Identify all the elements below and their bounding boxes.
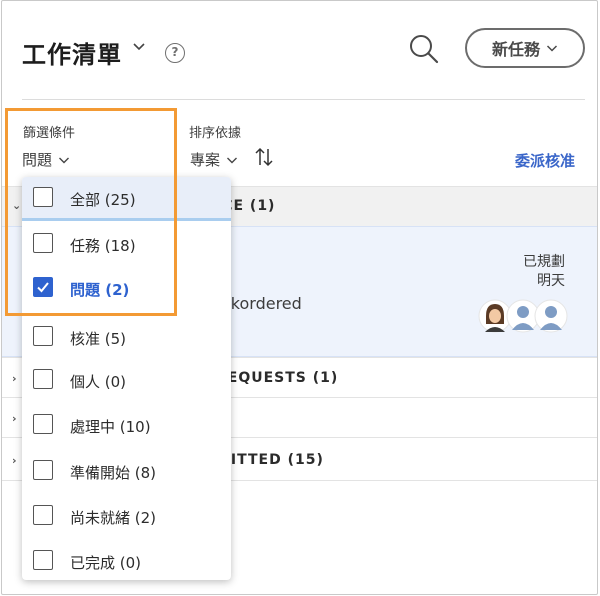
filter-option[interactable]: 尚未就緒 (2) <box>22 495 231 539</box>
chevron-down-icon: ⌄ <box>12 199 23 212</box>
checkbox[interactable] <box>33 414 53 434</box>
assignee-avatars <box>478 299 568 333</box>
sort-order-icon[interactable] <box>254 146 274 168</box>
filter-option[interactable]: 處理中 (10) <box>22 404 231 448</box>
filter-option[interactable]: 任務 (18) <box>22 223 231 267</box>
chevron-down-icon <box>59 157 70 163</box>
filter-option-label: 準備開始 (8) <box>70 464 157 482</box>
help-icon[interactable]: ? <box>165 43 185 63</box>
header-divider <box>22 99 585 100</box>
filter-option-label: 尚未就緒 (2) <box>70 509 157 527</box>
checkbox[interactable] <box>33 369 53 389</box>
group-label: REQUESTS (1) <box>216 370 339 386</box>
chevron-down-icon <box>227 157 238 163</box>
checkbox-checked[interactable] <box>33 277 53 297</box>
chevron-down-icon <box>546 45 558 52</box>
filter-option[interactable]: 問題 (2) <box>22 267 231 311</box>
checkbox[interactable] <box>33 187 53 207</box>
avatar <box>478 299 512 333</box>
filter-value: 問題 <box>22 151 53 169</box>
filter-option-label: 核准 (5) <box>70 330 127 348</box>
chevron-right-icon: › <box>12 412 18 425</box>
group-label: MITTED (15) <box>216 452 324 468</box>
schedule-date: 明天 <box>537 273 565 289</box>
filter-option[interactable]: 已完成 (0) <box>22 540 231 580</box>
task-name: ckordered <box>222 294 302 313</box>
filter-option-label: 任務 (18) <box>70 237 136 255</box>
title-chevron-down-icon[interactable] <box>132 39 146 53</box>
new-task-label: 新任務 <box>491 40 540 59</box>
schedule-status: 已規劃 <box>523 254 565 270</box>
new-task-button[interactable]: 新任務 <box>465 28 585 68</box>
checkbox[interactable] <box>33 460 53 480</box>
checkbox[interactable] <box>33 550 53 570</box>
sort-label: 排序依據 <box>189 126 242 141</box>
filter-select[interactable]: 問題 <box>22 149 70 170</box>
checkbox[interactable] <box>33 233 53 253</box>
checkbox[interactable] <box>33 505 53 525</box>
search-icon[interactable] <box>408 33 440 65</box>
work-list-panel: 工作清單 ? 新任務 篩選條件 問題 排序依據 專案 委派核准 ⌄ ICE (1… <box>1 0 598 595</box>
filter-option-label: 問題 (2) <box>70 281 130 299</box>
chevron-right-icon: › <box>12 454 18 467</box>
filter-option-label: 已完成 (0) <box>70 554 142 572</box>
sort-value: 專案 <box>190 151 221 169</box>
filter-option-label: 處理中 (10) <box>70 418 151 436</box>
filter-option[interactable]: 準備開始 (8) <box>22 450 231 494</box>
filter-label: 篩選條件 <box>23 126 76 141</box>
page-title: 工作清單 <box>22 41 122 69</box>
avatar <box>506 299 540 333</box>
filter-option[interactable]: 個人 (0) <box>22 359 231 403</box>
delegate-approvals-link[interactable]: 委派核准 <box>515 150 575 171</box>
filter-option[interactable]: 全部 (25) <box>22 177 231 221</box>
checkbox[interactable] <box>33 326 53 346</box>
filter-dropdown-menu: 全部 (25) 任務 (18) 問題 (2) 核准 (5) 個人 (0) 處理中… <box>22 177 231 580</box>
filter-option-label: 全部 (25) <box>70 191 136 209</box>
sort-select[interactable]: 專案 <box>190 149 238 170</box>
avatar <box>534 299 568 333</box>
filter-option-label: 個人 (0) <box>70 373 127 391</box>
filter-option[interactable]: 核准 (5) <box>22 316 231 360</box>
checkmark-icon <box>37 282 49 293</box>
chevron-right-icon: › <box>12 372 18 385</box>
